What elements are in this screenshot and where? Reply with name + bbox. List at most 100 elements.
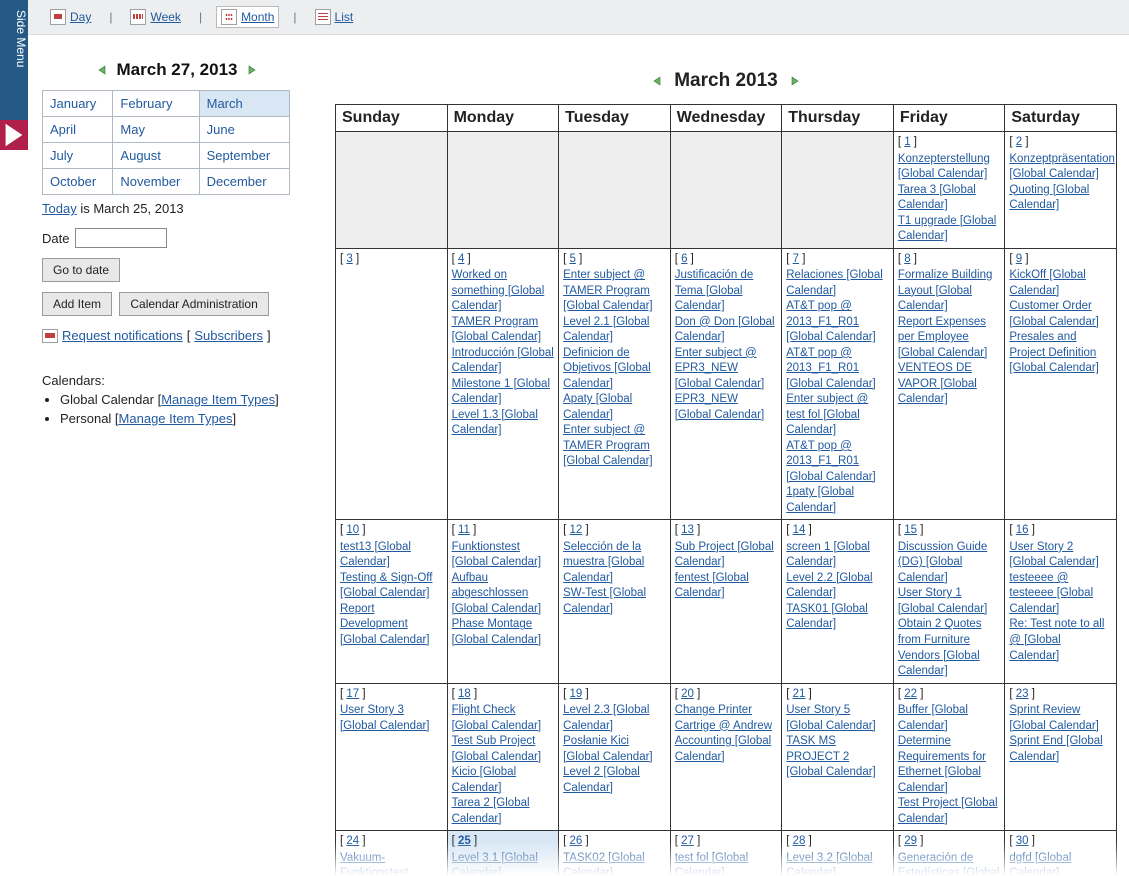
month-cell-january[interactable]: January — [43, 91, 113, 117]
event-link[interactable]: Don @ Don [Global Calendar] — [675, 316, 775, 344]
manage-item-types-link[interactable]: Manage Item Types — [161, 392, 275, 407]
prev-day-arrow-icon[interactable] — [95, 64, 109, 76]
request-notifications-link[interactable]: Request notifications — [62, 328, 183, 343]
day-number-link[interactable]: 24 — [346, 835, 359, 847]
event-link[interactable]: Vakuum-Funktionstest [Global Calendar] — [340, 852, 430, 876]
event-link[interactable]: Worked on something [Global Calendar] — [452, 269, 545, 312]
event-link[interactable]: Justificación de Tema [Global Calendar] — [675, 269, 754, 312]
day-number-link[interactable]: 15 — [904, 524, 917, 536]
day-number-link[interactable]: 5 — [570, 253, 576, 265]
day-number-link[interactable]: 4 — [458, 253, 464, 265]
event-link[interactable]: Tarea 2 [Global Calendar] — [452, 797, 530, 825]
event-link[interactable]: User Story 3 [Global Calendar] — [340, 704, 430, 732]
day-number-link[interactable]: 16 — [1016, 524, 1029, 536]
month-cell-july[interactable]: July — [43, 143, 113, 169]
event-link[interactable]: Posłanie Kici [Global Calendar] — [563, 735, 653, 763]
day-number-link[interactable]: 21 — [793, 688, 806, 700]
event-link[interactable]: SW-Test [Global Calendar] — [563, 587, 646, 615]
event-link[interactable]: screen 1 [Global Calendar] — [786, 541, 870, 569]
event-link[interactable]: TASK MS PROJECT 2 [Global Calendar] — [786, 735, 876, 778]
day-number-link[interactable]: 18 — [458, 688, 471, 700]
event-link[interactable]: Selección de la muestra [Global Calendar… — [563, 541, 644, 584]
event-link[interactable]: Relaciones [Global Calendar] — [786, 269, 883, 297]
event-link[interactable]: test fol [Global Calendar] — [675, 852, 749, 876]
day-number-link[interactable]: 26 — [570, 835, 583, 847]
day-number-link[interactable]: 28 — [793, 835, 806, 847]
day-number-link[interactable]: 19 — [570, 688, 583, 700]
month-cell-september[interactable]: September — [199, 143, 289, 169]
event-link[interactable]: Discussion Guide (DG) [Global Calendar] — [898, 541, 987, 584]
day-number-link[interactable]: 17 — [346, 688, 359, 700]
event-link[interactable]: VENTEOS DE VAPOR [Global Calendar] — [898, 362, 977, 405]
event-link[interactable]: Milestone 1 [Global Calendar] — [452, 378, 550, 406]
event-link[interactable]: Buffer [Global Calendar] — [898, 704, 968, 732]
month-cell-october[interactable]: October — [43, 169, 113, 195]
day-number-link[interactable]: 25 — [458, 835, 471, 847]
day-number-link[interactable]: 9 — [1016, 253, 1022, 265]
day-number-link[interactable]: 2 — [1016, 136, 1022, 148]
event-link[interactable]: test13 [Global Calendar] — [340, 541, 411, 569]
next-day-arrow-icon[interactable] — [245, 64, 259, 76]
event-link[interactable]: Presales and Project Definition [Global … — [1009, 331, 1099, 374]
event-link[interactable]: T1 upgrade [Global Calendar] — [898, 215, 996, 243]
day-number-link[interactable]: 22 — [904, 688, 917, 700]
subscribers-link[interactable]: Subscribers — [194, 328, 263, 343]
month-cell-april[interactable]: April — [43, 117, 113, 143]
event-link[interactable]: Level 2.3 [Global Calendar] — [563, 704, 649, 732]
event-link[interactable]: Sprint Review [Global Calendar] — [1009, 704, 1099, 732]
event-link[interactable]: Re: Test note to all @ [Global Calendar] — [1009, 618, 1104, 661]
event-link[interactable]: 1paty [Global Calendar] — [786, 486, 854, 514]
event-link[interactable]: Level 2.1 [Global Calendar] — [563, 316, 649, 344]
event-link[interactable]: Definicion de Objetivos [Global Calendar… — [563, 347, 651, 390]
event-link[interactable]: Determine Requirements for Ethernet [Glo… — [898, 735, 986, 794]
day-number-link[interactable]: 6 — [681, 253, 687, 265]
month-cell-may[interactable]: May — [113, 117, 199, 143]
month-cell-june[interactable]: June — [199, 117, 289, 143]
event-link[interactable]: Testing & Sign-Off [Global Calendar] — [340, 572, 432, 600]
day-number-link[interactable]: 11 — [458, 524, 470, 536]
event-link[interactable]: Aufbau abgeschlossen [Global Calendar] — [452, 572, 542, 615]
day-number-link[interactable]: 8 — [904, 253, 910, 265]
event-link[interactable]: Change Printer Cartrige @ Andrew Account… — [675, 704, 772, 763]
event-link[interactable]: Enter subject @ TAMER Program [Global Ca… — [563, 269, 653, 312]
event-link[interactable]: Funktionstest [Global Calendar] — [452, 541, 542, 569]
month-cell-august[interactable]: August — [113, 143, 199, 169]
day-number-link[interactable]: 30 — [1016, 835, 1029, 847]
day-number-link[interactable]: 27 — [681, 835, 694, 847]
event-link[interactable]: Test Sub Project [Global Calendar] — [452, 735, 542, 763]
day-number-link[interactable]: 20 — [681, 688, 694, 700]
add-item-button[interactable]: Add Item — [42, 292, 112, 316]
event-link[interactable]: testeeee @ testeeee [Global Calendar] — [1009, 572, 1093, 615]
event-link[interactable]: Sub Project [Global Calendar] — [675, 541, 774, 569]
event-link[interactable]: Level 3.2 [Global Calendar] — [786, 852, 872, 876]
day-number-link[interactable]: 23 — [1016, 688, 1029, 700]
side-menu[interactable]: Side Menu — [0, 0, 28, 150]
event-link[interactable]: Report Development [Global Calendar] — [340, 603, 430, 646]
event-link[interactable]: Quoting [Global Calendar] — [1009, 184, 1089, 212]
event-link[interactable]: User Story 5 [Global Calendar] — [786, 704, 876, 732]
event-link[interactable]: Enter subject @ test fol [Global Calenda… — [786, 393, 868, 436]
date-input[interactable] — [75, 228, 167, 248]
day-number-link[interactable]: 1 — [904, 136, 910, 148]
event-link[interactable]: EPR3_NEW [Global Calendar] — [675, 393, 765, 421]
goto-date-button[interactable]: Go to date — [42, 258, 120, 282]
day-number-link[interactable]: 13 — [681, 524, 694, 536]
view-month[interactable]: Month — [216, 6, 279, 28]
event-link[interactable]: Tarea 3 [Global Calendar] — [898, 184, 976, 212]
day-number-link[interactable]: 29 — [904, 835, 917, 847]
event-link[interactable]: User Story 2 [Global Calendar] — [1009, 541, 1099, 569]
manage-item-types-link[interactable]: Manage Item Types — [119, 411, 233, 426]
view-day[interactable]: Day — [46, 7, 95, 27]
month-cell-november[interactable]: November — [113, 169, 199, 195]
day-number-link[interactable]: 14 — [793, 524, 806, 536]
event-link[interactable]: Generación de Estadísticas [Global Calen… — [898, 852, 1000, 876]
event-link[interactable]: Test Project [Global Calendar] — [898, 797, 998, 825]
day-number-link[interactable]: 12 — [570, 524, 583, 536]
event-link[interactable]: Formalize Building Layout [Global Calend… — [898, 269, 993, 312]
event-link[interactable]: AT&T pop @ 2013_F1_R01 [Global Calendar] — [786, 440, 876, 483]
event-link[interactable]: User Story 1 [Global Calendar] — [898, 587, 988, 615]
month-cell-december[interactable]: December — [199, 169, 289, 195]
event-link[interactable]: Flight Check [Global Calendar] — [452, 704, 542, 732]
event-link[interactable]: TASK02 [Global Calendar] — [563, 852, 645, 876]
side-menu-handle-icon[interactable] — [0, 120, 28, 150]
